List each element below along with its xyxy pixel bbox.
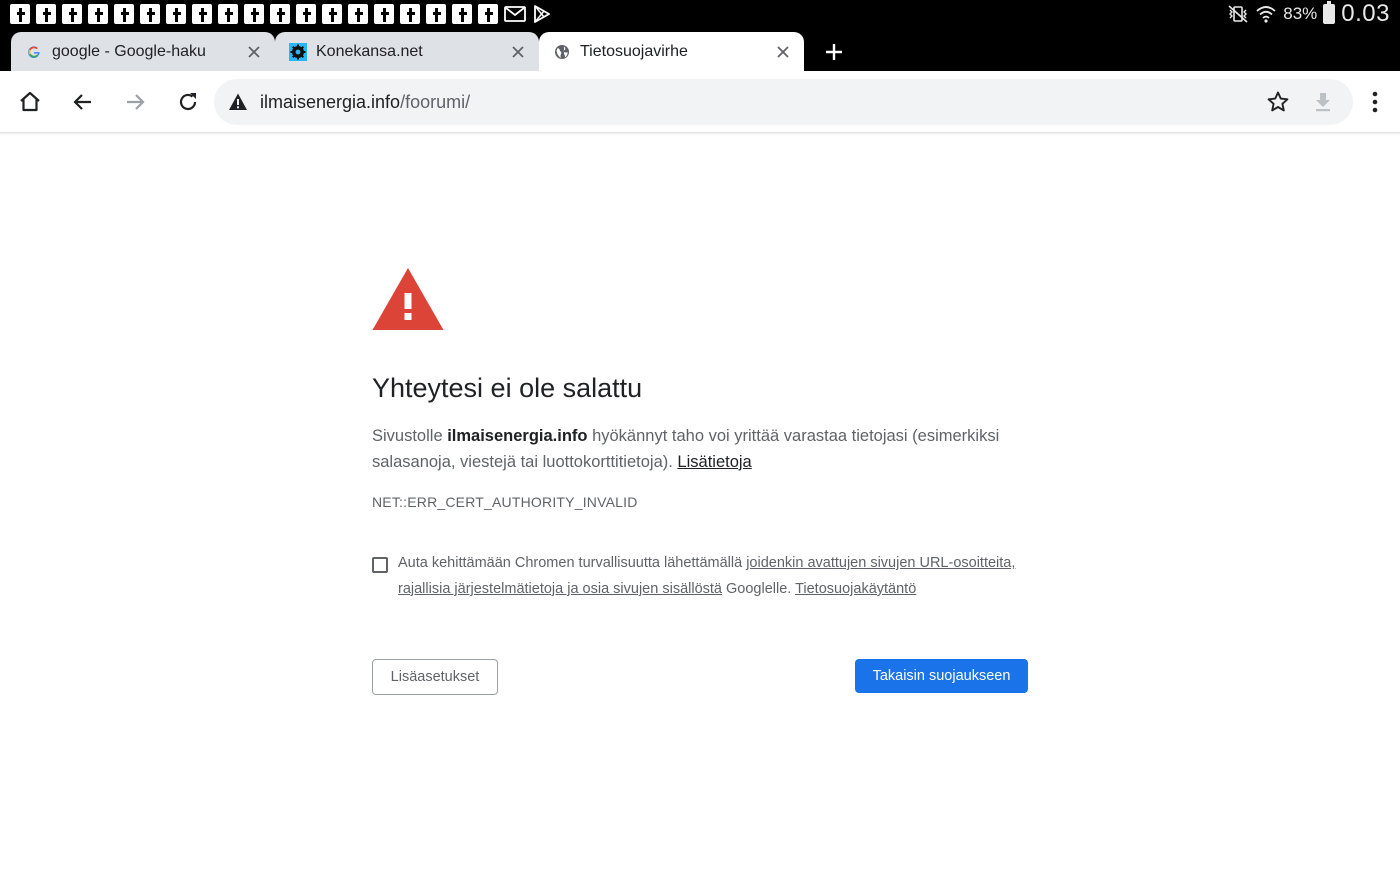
close-icon[interactable] xyxy=(507,41,529,63)
battery-percent: 83% xyxy=(1283,4,1318,23)
facebook-icon xyxy=(166,4,186,24)
facebook-icon xyxy=(478,4,498,24)
error-code: NET::ERR_CERT_AUTHORITY_INVALID xyxy=(372,494,638,510)
globe-icon xyxy=(553,43,571,61)
back-button[interactable] xyxy=(69,88,97,116)
battery-icon xyxy=(1323,1,1336,24)
more-menu-icon[interactable] xyxy=(1364,88,1386,116)
optin-message: Auta kehittämään Chromen turvallisuutta … xyxy=(398,550,1038,602)
close-icon[interactable] xyxy=(243,41,265,63)
close-icon[interactable] xyxy=(772,41,794,63)
facebook-icon xyxy=(270,4,290,24)
facebook-icon xyxy=(140,4,160,24)
new-tab-button[interactable] xyxy=(820,38,848,66)
facebook-icon xyxy=(426,4,446,24)
facebook-icon xyxy=(452,4,472,24)
arrow-left-icon xyxy=(73,94,91,110)
vibrate-mute-icon xyxy=(1228,5,1248,23)
page-heading: Yhteytesi ei ole salattu xyxy=(372,373,643,403)
back-to-safety-button[interactable]: Takaisin suojaukseen xyxy=(855,659,1028,693)
facebook-icon xyxy=(348,4,368,24)
play-store-icon xyxy=(534,5,550,23)
facebook-icon xyxy=(192,4,212,24)
tab-google[interactable]: google - Google-haku xyxy=(11,32,275,71)
facebook-icon xyxy=(400,4,420,24)
advanced-button[interactable]: Lisäasetukset xyxy=(372,659,498,695)
konekansa-icon xyxy=(289,42,307,61)
facebook-icon xyxy=(322,4,342,24)
site-host: ilmaisenergia.info xyxy=(447,427,588,445)
main-message: Sivustolle ilmaisenergia.info hyökännyt … xyxy=(372,423,1028,475)
reload-button[interactable] xyxy=(174,88,202,116)
facebook-icon xyxy=(114,4,134,24)
optin-middle: Googlelle. xyxy=(721,581,796,597)
url-text[interactable]: ilmaisenergia.info/foorumi/ xyxy=(260,79,470,125)
not-secure-warning-icon[interactable] xyxy=(228,92,248,112)
learn-more-link[interactable]: Lisätietoja xyxy=(677,453,751,471)
status-right: 83% 0.03 xyxy=(1227,0,1390,28)
forward-button[interactable] xyxy=(121,88,149,116)
facebook-icon xyxy=(10,4,30,24)
facebook-icon xyxy=(244,4,264,24)
top-chrome: 83% 0.03 google - Google-haku Konekansa.… xyxy=(0,0,1400,71)
notification-icons xyxy=(10,4,552,24)
arrow-right-icon xyxy=(127,94,145,110)
android-status-bar: 83% 0.03 xyxy=(0,0,1400,28)
plus-icon xyxy=(826,44,842,60)
browser-toolbar: ilmaisenergia.info/foorumi/ xyxy=(0,71,1400,133)
tab-tietosuojavirhe[interactable]: Tietosuojavirhe xyxy=(539,32,804,71)
facebook-icon xyxy=(218,4,238,24)
url-host: ilmaisenergia.info xyxy=(260,92,401,112)
gmail-icon xyxy=(504,6,526,22)
clock: 0.03 xyxy=(1341,0,1390,27)
google-icon xyxy=(25,43,43,61)
home-button[interactable] xyxy=(16,88,44,116)
facebook-icon xyxy=(296,4,316,24)
reload-icon xyxy=(179,93,197,111)
warning-triangle-icon xyxy=(372,268,444,330)
optin-prefix: Auta kehittämään Chromen turvallisuutta … xyxy=(398,555,747,571)
tab-label: google - Google-haku xyxy=(52,42,206,60)
star-icon[interactable] xyxy=(1266,90,1290,114)
omnibox[interactable]: ilmaisenergia.info/foorumi/ xyxy=(214,79,1353,125)
home-icon xyxy=(20,91,40,112)
tab-label: Tietosuojavirhe xyxy=(580,42,688,60)
message-prefix: Sivustolle xyxy=(372,427,448,445)
safe-browsing-optin-checkbox[interactable] xyxy=(372,557,388,573)
tab-konekansa[interactable]: Konekansa.net xyxy=(275,32,539,71)
facebook-icon xyxy=(88,4,108,24)
facebook-icon xyxy=(36,4,56,24)
facebook-icon xyxy=(374,4,394,24)
url-path: /foorumi/ xyxy=(400,92,471,112)
download-icon[interactable] xyxy=(1311,90,1335,114)
privacy-policy-link[interactable]: Tietosuojakäytäntö xyxy=(795,581,916,597)
facebook-icon xyxy=(62,4,82,24)
tab-label: Konekansa.net xyxy=(316,42,423,60)
wifi-icon xyxy=(1256,6,1276,23)
